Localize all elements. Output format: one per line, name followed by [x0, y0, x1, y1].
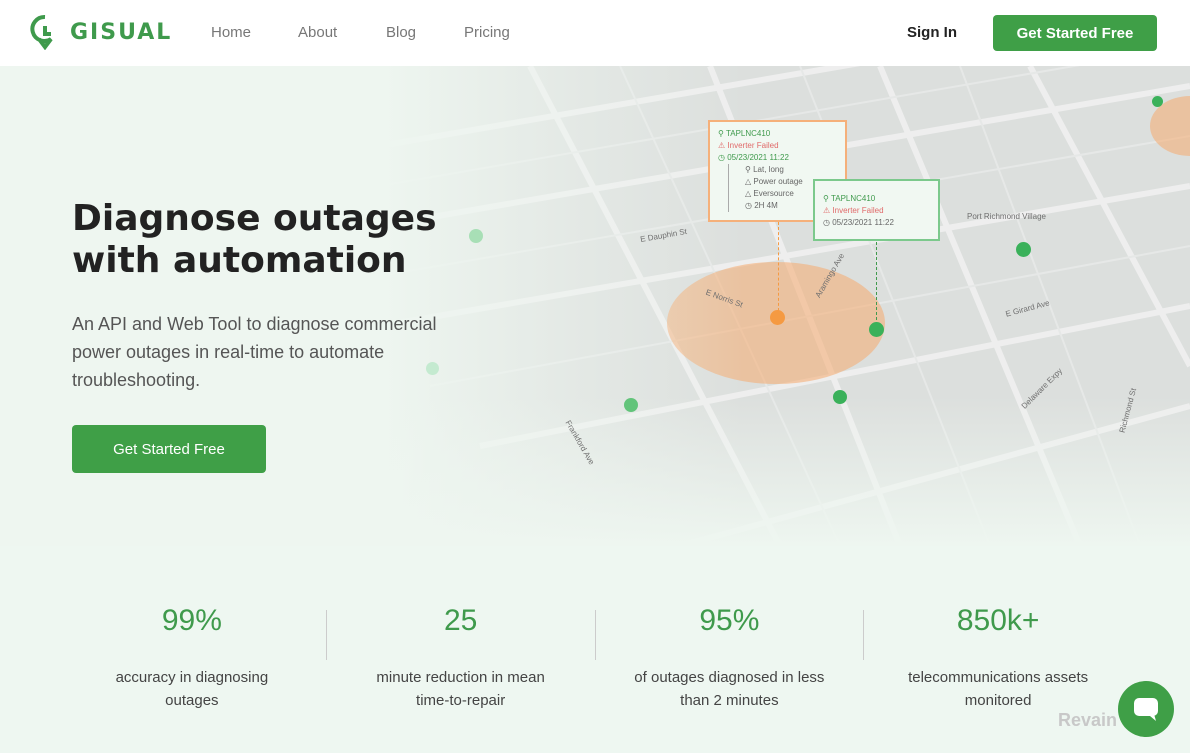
- nav-pricing[interactable]: Pricing: [464, 24, 510, 41]
- get-started-button[interactable]: Get Started Free: [72, 425, 266, 473]
- status-alert: ⚠ Inverter Failed: [823, 206, 884, 215]
- asset-detail-card[interactable]: ⚲ TAPLNC410 ⚠ Inverter Failed ◷ 05/23/20…: [813, 179, 940, 241]
- nav-about[interactable]: About: [298, 24, 337, 41]
- chat-button[interactable]: [1118, 681, 1174, 737]
- connector-line: [778, 222, 779, 316]
- stat-value: 850k+: [956, 604, 1040, 637]
- get-started-nav-button[interactable]: Get Started Free: [993, 15, 1157, 51]
- detail-location: ⚲ Lat, long: [745, 165, 784, 174]
- stat-label: of outages diagnosed in less than 2 minu…: [634, 669, 825, 709]
- connector-line: [876, 242, 877, 330]
- stat-label: minute reduction in mean time-to-repair: [376, 669, 545, 709]
- top-nav: GISUAL Home About Blog Pricing Sign In G…: [0, 0, 1190, 66]
- map-pin-logo-icon: [30, 15, 53, 50]
- asset-marker[interactable]: [1152, 96, 1163, 107]
- revain-watermark: Revain: [1058, 710, 1118, 730]
- stats-row: 99% accuracy in diagnosing outages 25 minu…: [58, 604, 1132, 709]
- asset-id: ⚲ TAPLNC410: [823, 194, 876, 203]
- outage-marker[interactable]: [770, 310, 785, 325]
- stat-diagnosis-speed: 95% of outages diagnosed in less than 2 m…: [594, 604, 864, 709]
- stat-value: 25: [443, 604, 478, 637]
- nav-blog[interactable]: Blog: [386, 24, 416, 41]
- stat-label: accuracy in diagnosing outages: [115, 669, 269, 709]
- asset-marker[interactable]: [833, 390, 847, 404]
- hero-subtitle: An API and Web Tool to diagnose commerci…: [72, 314, 437, 390]
- asset-marker[interactable]: [624, 398, 638, 412]
- status-alert: ⚠ Inverter Failed: [718, 141, 779, 150]
- timestamp: ◷ 05/23/2021 11:22: [718, 153, 789, 162]
- map-fade-bottom: [380, 396, 1190, 546]
- logo[interactable]: GISUAL: [30, 14, 172, 50]
- asset-marker[interactable]: [1016, 242, 1031, 257]
- stat-label: telecommunications assets monitored: [908, 669, 1089, 709]
- sign-in-link[interactable]: Sign In: [907, 24, 957, 41]
- stat-value: 95%: [699, 604, 760, 637]
- hero-section: E Norris St Aramingo Ave E Girard Ave De…: [0, 66, 1190, 546]
- nav-home[interactable]: Home: [211, 24, 251, 41]
- stat-value: 99%: [161, 604, 222, 637]
- hero-title: Diagnose outages with automation: [72, 198, 437, 281]
- asset-id: ⚲ TAPLNC410: [718, 129, 771, 138]
- chat-bubble-icon: [1134, 698, 1158, 721]
- asset-marker[interactable]: [869, 322, 884, 337]
- stat-accuracy: 99% accuracy in diagnosing outages: [58, 604, 326, 709]
- brand-name: GISUAL: [70, 19, 173, 45]
- stat-assets: 850k+ telecommunications assets monitored: [863, 604, 1132, 709]
- street-label: Port Richmond Village: [967, 212, 1047, 221]
- timestamp: ◷ 05/23/2021 11:22: [823, 218, 894, 227]
- stat-mttr: 25 minute reduction in mean time-to-repai…: [325, 604, 595, 709]
